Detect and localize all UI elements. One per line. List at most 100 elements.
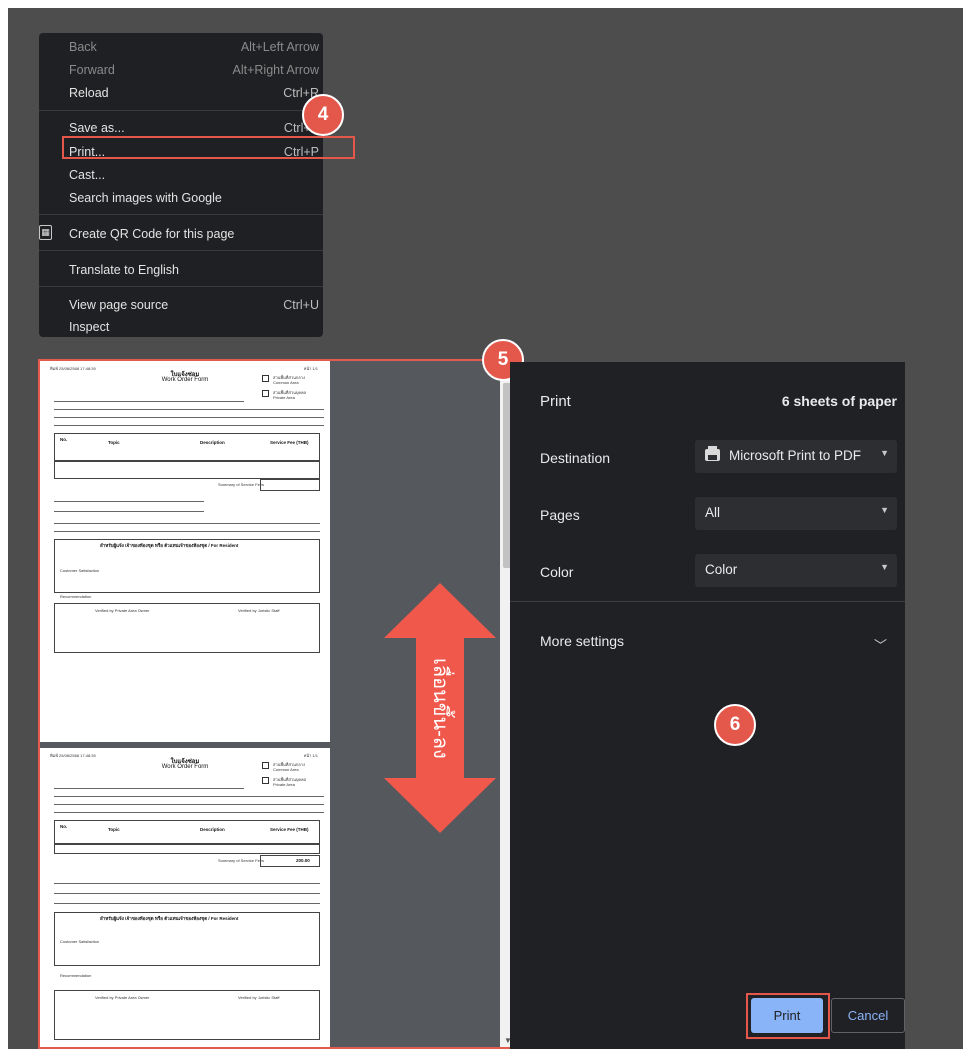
form-line [54, 401, 244, 402]
menu-separator [39, 286, 323, 287]
summary-label: Summary of Service Fees [218, 482, 265, 487]
more-settings-toggle[interactable]: More settings [540, 633, 624, 649]
preview-page-1: พิมพ์ 25/08/2568 17:48:39 หน้า 1/1 ใบแจ้… [40, 361, 330, 742]
form-line [54, 417, 324, 418]
menu-item-inspect[interactable]: Inspect [39, 316, 323, 338]
cancel-button[interactable]: Cancel [831, 998, 905, 1033]
verified-staff-label: Verified by Juristic Staff [238, 995, 280, 1000]
col-fee: Service Fee (THB) [270, 440, 309, 445]
checkbox [262, 390, 269, 397]
verified-owner-label: Verified by Private Area Owner [95, 995, 150, 1000]
verification-box [54, 990, 320, 1040]
menu-item-view-source[interactable]: View page source Ctrl+U [39, 294, 323, 316]
color-label: Color [540, 564, 574, 580]
for-resident-label: สำหรับผู้แจ้ง เจ้าของห้องชุด หรือ ตัวแทน… [100, 543, 239, 548]
menu-item-search-images[interactable]: Search images with Google [39, 187, 323, 209]
menu-label: Search images with Google [69, 191, 222, 205]
scroll-hint-arrow: เลื่อนขึ้น-ลง [384, 583, 496, 833]
col-no: No. [60, 824, 68, 829]
checkbox [262, 375, 269, 382]
menu-separator [39, 214, 323, 215]
chevron-down-icon[interactable]: ﹀ [874, 635, 887, 654]
pages-label: Pages [540, 507, 580, 523]
menu-item-back[interactable]: Back Alt+Left Arrow [39, 36, 323, 58]
menu-item-forward[interactable]: Forward Alt+Right Arrow [39, 59, 323, 81]
form-line [54, 788, 244, 789]
print-preview: พิมพ์ 25/08/2568 17:48:39 หน้า 1/1 ใบแจ้… [38, 359, 518, 1049]
form-line [54, 812, 324, 813]
col-fee: Service Fee (THB) [270, 827, 309, 832]
menu-label: Create QR Code for this page [69, 227, 235, 241]
sheet-count: 6 sheets of paper [781, 393, 897, 409]
form-line [54, 893, 320, 894]
pages-select[interactable]: All ▼ [695, 497, 897, 530]
fee-table-rows [54, 844, 320, 854]
context-menu: Back Alt+Left Arrow Forward Alt+Right Ar… [39, 33, 355, 338]
form-line [54, 425, 324, 426]
col-description: Description [200, 827, 225, 832]
col-topic: Topic [108, 827, 120, 832]
screenshot-stage: Back Alt+Left Arrow Forward Alt+Right Ar… [8, 8, 963, 1049]
preview-page-2: พิมพ์ 25/08/2568 17:48:39 หน้า 1/1 ใบแจ้… [40, 748, 330, 1047]
printer-icon [705, 446, 720, 461]
form-line [54, 796, 324, 797]
menu-label: Save as... [69, 121, 125, 135]
menu-label: Cast... [69, 168, 106, 182]
menu-shortcut: Alt+Right Arrow [232, 63, 320, 77]
destination-select[interactable]: Microsoft Print to PDF ▼ [695, 440, 897, 473]
menu-item-qr-code[interactable]: ▦ Create QR Code for this page [39, 223, 323, 245]
verified-owner-label: Verified by Private Area Owner [95, 608, 150, 613]
form-line [54, 804, 324, 805]
summary-label: Summary of Service Fees [218, 858, 265, 863]
menu-label: View page source [69, 298, 169, 312]
menu-shortcut: Ctrl+U [283, 298, 319, 312]
summary-box [260, 479, 320, 491]
qr-code-icon: ▦ [39, 225, 52, 240]
step-badge-6: 6 [714, 704, 756, 746]
destination-label: Destination [540, 450, 611, 466]
menu-item-translate[interactable]: Translate to English [39, 259, 323, 281]
checkbox-label: Private Area [273, 782, 295, 787]
menu-separator [39, 110, 323, 111]
fee-table-header [54, 433, 320, 461]
print-settings-panel: Print 6 sheets of paper Destination Micr… [510, 362, 905, 1049]
col-no: No. [60, 437, 68, 442]
step-badge-4: 4 [302, 94, 344, 136]
checkbox [262, 777, 269, 784]
print-dialog-title: Print [540, 393, 571, 410]
form-line [54, 531, 320, 532]
for-resident-label: สำหรับผู้แจ้ง เจ้าของห้องชุด หรือ ตัวแทน… [100, 916, 239, 921]
col-topic: Topic [108, 440, 120, 445]
form-line [54, 511, 204, 512]
menu-label: Forward [69, 63, 115, 77]
summary-fee-value: 200.00 [296, 858, 310, 863]
color-value: Color [705, 562, 738, 577]
menu-item-cast[interactable]: Cast... [39, 164, 323, 186]
form-line [54, 523, 320, 524]
checkbox-label: Private Area [273, 395, 295, 400]
menu-separator [39, 250, 323, 251]
fee-table-header [54, 820, 320, 844]
verified-staff-label: Verified by Juristic Staff [238, 608, 280, 613]
menu-label: Back [69, 40, 97, 54]
col-description: Description [200, 440, 225, 445]
panel-footer: Print Cancel [510, 717, 905, 1049]
menu-label: Translate to English [69, 263, 180, 277]
verification-box [54, 603, 320, 653]
dropdown-arrow-icon: ▼ [880, 505, 889, 515]
scroll-hint-text: เลื่อนขึ้น-ลง [429, 657, 451, 759]
menu-label: Inspect [69, 320, 110, 334]
print-menu-highlight [62, 136, 355, 159]
destination-value: Microsoft Print to PDF [729, 448, 862, 463]
summary-box [260, 855, 320, 867]
menu-item-reload[interactable]: Reload Ctrl+R [39, 82, 323, 104]
checkbox [262, 762, 269, 769]
checkbox-label: Common Area [273, 380, 299, 385]
dropdown-arrow-icon: ▼ [880, 562, 889, 572]
print-button-highlight [746, 993, 830, 1039]
recommendation-label: Recommendation [60, 594, 92, 599]
pages-value: All [705, 505, 721, 520]
color-select[interactable]: Color ▼ [695, 554, 897, 587]
fee-table-rows [54, 461, 320, 479]
form-line [54, 501, 204, 502]
